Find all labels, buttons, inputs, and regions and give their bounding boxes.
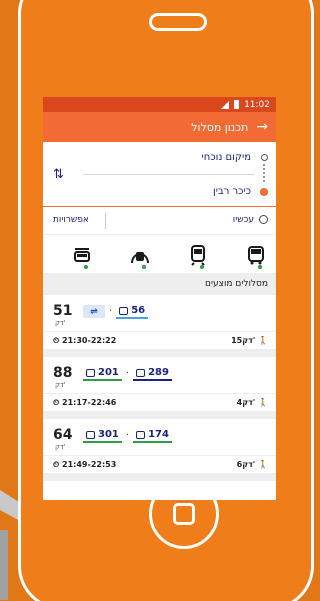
destination-field[interactable]: כיכר רבין [213, 186, 251, 197]
route-duration: 64 [53, 427, 73, 443]
walk-time: 15דק' 🚶 [231, 336, 268, 345]
bus-icon[interactable] [244, 243, 268, 267]
line-chip: 301 [83, 428, 122, 443]
origin-dot-icon [261, 154, 268, 161]
app-bar: תכנון מסלול → [43, 112, 276, 142]
swap-icon[interactable]: ⇅ [53, 167, 64, 182]
cablecar-icon[interactable] [70, 243, 94, 267]
bus-icon [119, 306, 129, 315]
route-card[interactable]: 51 דק' ⇌ · 56 ⏲ 21:30-22:22 15דק' 🚶 [43, 295, 276, 357]
bus-icon [86, 430, 95, 439]
transport-modes [43, 235, 276, 273]
walk-time: 4דק' 🚶 [236, 398, 268, 407]
status-bar: 11:02 [43, 97, 276, 112]
suggested-routes-title: מסלולים מוצעים [43, 273, 276, 295]
train-icon: ⇌ [83, 305, 105, 318]
signal-icon [221, 100, 230, 109]
duration-unit: דק' [55, 381, 66, 389]
duration-unit: דק' [55, 443, 66, 451]
light-rail-icon[interactable] [128, 243, 152, 267]
walk-time: 6דק' 🚶 [236, 460, 268, 469]
duration-unit: דק' [55, 319, 66, 327]
route-times: ⏲ 21:17-22:46 [53, 398, 117, 407]
page-title: תכנון מסלול [191, 120, 249, 134]
departure-time-selector[interactable]: עכשיו [233, 215, 254, 225]
train-icon[interactable] [186, 243, 210, 267]
options-row: עכשיו אפשרויות [43, 207, 276, 235]
line-chip: 174 [133, 428, 172, 443]
app-screen: 11:02 תכנון מסלול → מיקום נוכחי כיכר רבי… [43, 97, 276, 500]
divider [105, 213, 106, 229]
route-lines: 301 · 174 [83, 428, 172, 443]
clock-icon [259, 215, 268, 224]
status-time: 11:02 [244, 99, 270, 110]
route-connector [263, 164, 266, 182]
route-card[interactable]: 64 דק' 301 · 174 ⏲ 21:49-22:53 6דק' 🚶 [43, 419, 276, 481]
battery-icon [234, 100, 240, 109]
line-chip: 289 [133, 366, 172, 381]
bus-icon [136, 368, 146, 377]
route-card[interactable]: 88 דק' 201 · 289 ⏲ 21:17-22:46 4דק' 🚶 [43, 357, 276, 419]
divider [83, 174, 254, 175]
line-chip: 201 [83, 366, 122, 381]
arrow-right-icon[interactable]: → [256, 119, 268, 135]
bus-icon [86, 368, 95, 377]
route-times: ⏲ 21:30-22:22 [53, 336, 117, 345]
line-chip: 56 [116, 304, 149, 319]
route-lines: ⇌ · 56 [83, 304, 149, 319]
bus-icon [136, 430, 146, 439]
route-duration: 51 [53, 303, 73, 319]
route-duration: 88 [53, 365, 73, 381]
route-box: מיקום נוכחי כיכר רבין ⇅ [43, 142, 276, 207]
route-lines: 201 · 289 [83, 366, 172, 381]
origin-field[interactable]: מיקום נוכחי [202, 152, 251, 163]
phone-speaker [149, 13, 207, 31]
route-times: ⏲ 21:49-22:53 [53, 460, 117, 469]
destination-dot-icon [260, 188, 268, 196]
options-button[interactable]: אפשרויות [53, 215, 89, 225]
